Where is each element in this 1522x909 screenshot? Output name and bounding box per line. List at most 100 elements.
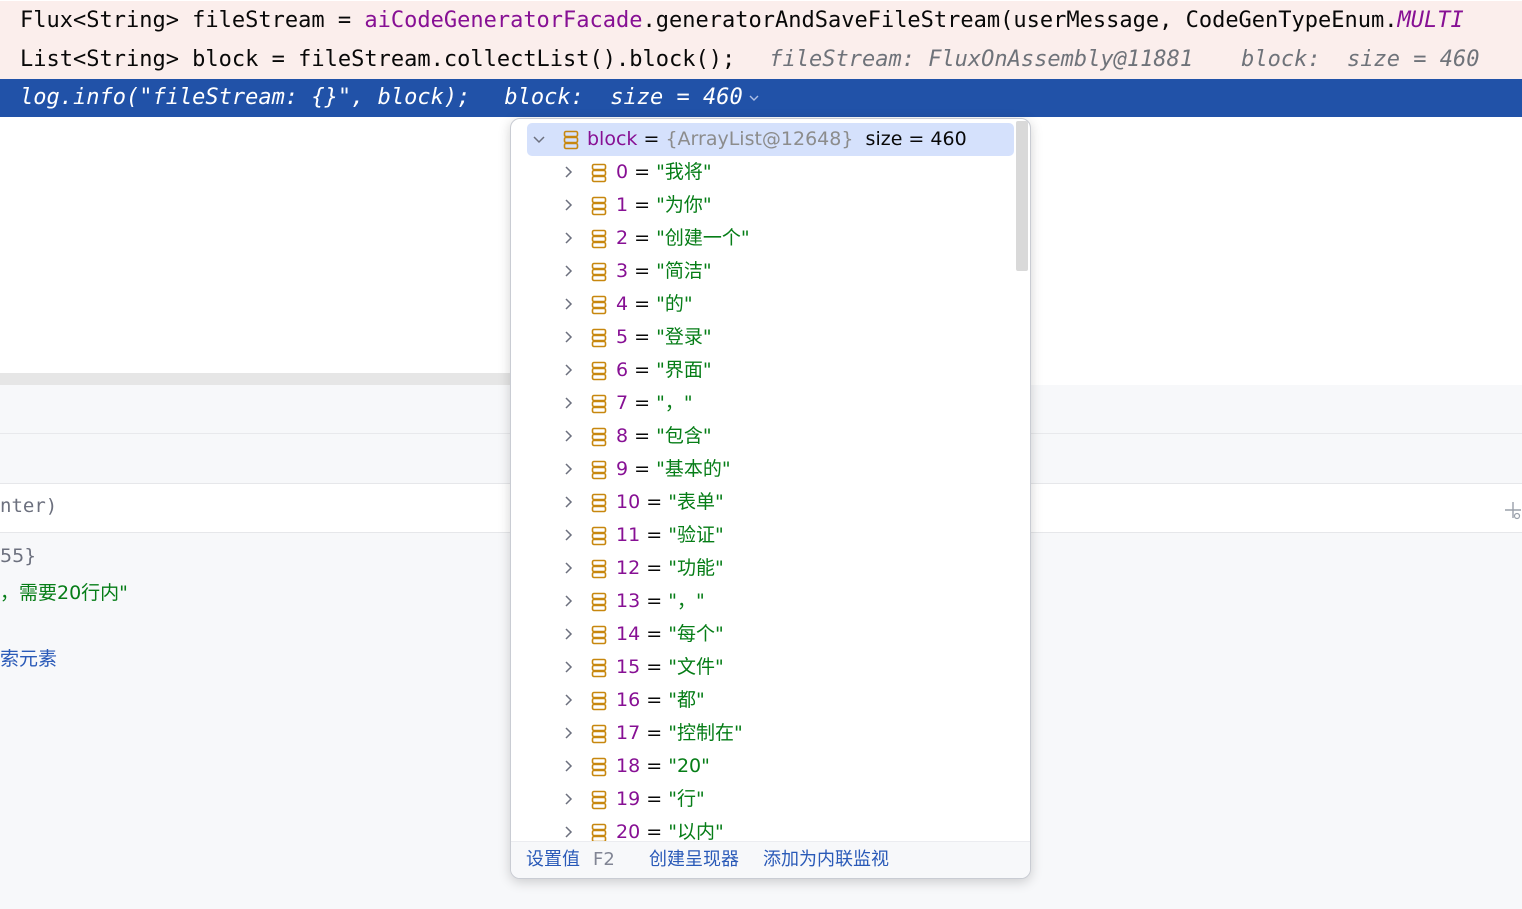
tree-item-row[interactable]: 11 = "验证" — [511, 519, 1016, 552]
tree-item-row[interactable]: 15 = "文件" — [511, 651, 1016, 684]
field-icon — [591, 196, 607, 216]
chevron-right-icon[interactable] — [561, 363, 575, 377]
tree-item-row[interactable]: 6 = "界面" — [511, 354, 1016, 387]
variable-tree[interactable]: block = {ArrayList@12648} size = 460 0 =… — [511, 119, 1016, 841]
equals-sign: = — [646, 755, 663, 777]
inline-debug-hint[interactable]: fileStream: FluxOnAssembly@11881 — [769, 47, 1193, 72]
chevron-right-icon[interactable] — [561, 792, 575, 806]
item-value: "为你" — [656, 194, 712, 216]
chevron-right-icon[interactable] — [561, 693, 575, 707]
chevron-right-icon[interactable] — [561, 759, 575, 773]
field-icon — [591, 526, 607, 546]
popup-footer: 设置值 F2 创建呈现器 添加为内联监视 — [511, 841, 1030, 878]
chevron-right-icon[interactable] — [561, 825, 575, 839]
item-value: "20" — [668, 755, 710, 777]
chevron-right-icon[interactable] — [561, 462, 575, 476]
tree-item-row[interactable]: 5 = "登录" — [511, 321, 1016, 354]
chevron-down-icon[interactable] — [749, 93, 759, 103]
field-icon — [591, 559, 607, 579]
debug-value-popup[interactable]: block = {ArrayList@12648} size = 460 0 =… — [510, 118, 1031, 879]
item-value: "都" — [668, 689, 705, 711]
chevron-down-icon[interactable] — [532, 132, 546, 146]
equals-sign: = — [634, 359, 651, 381]
tree-item-row[interactable]: 18 = "20" — [511, 750, 1016, 783]
code-line-breakpoint-2[interactable]: List<String> block = fileStream.collectL… — [0, 40, 1522, 79]
chevron-right-icon[interactable] — [561, 264, 575, 278]
item-index: 1 — [616, 194, 629, 216]
field-icon — [591, 823, 607, 841]
field-icon — [591, 724, 607, 744]
tree-item-row[interactable]: 3 = "简洁" — [511, 255, 1016, 288]
item-value: "界面" — [656, 359, 712, 381]
chevron-right-icon[interactable] — [561, 396, 575, 410]
tree-root-row[interactable]: block = {ArrayList@12648} size = 460 — [527, 123, 1014, 156]
equals-sign: = — [634, 227, 651, 249]
tree-item-row[interactable]: 13 = "，" — [511, 585, 1016, 618]
equals-sign: = — [634, 392, 651, 414]
create-renderer-button[interactable]: 创建呈现器 — [649, 842, 739, 878]
tree-item-row[interactable]: 0 = "我将" — [511, 156, 1016, 189]
add-watch-icon[interactable] — [1504, 499, 1522, 521]
variables-text: 55} — [0, 545, 37, 567]
horizontal-scrollbar[interactable] — [0, 373, 510, 385]
chevron-right-icon[interactable] — [561, 627, 575, 641]
equals-sign: = — [634, 194, 651, 216]
tree-item-row[interactable]: 4 = "的" — [511, 288, 1016, 321]
inline-debug-hint[interactable]: block: size = 460 — [504, 85, 742, 110]
code-line-execution-point[interactable]: log.info("fileStream: {}", block); block:… — [0, 79, 1522, 117]
field-icon — [591, 493, 607, 513]
chevron-right-icon[interactable] — [561, 726, 575, 740]
tree-item-row[interactable]: 7 = "，" — [511, 387, 1016, 420]
inline-debug-hint[interactable]: block: size = 460 — [1241, 47, 1479, 72]
tree-item-row[interactable]: 20 = "以内" — [511, 816, 1016, 841]
chevron-right-icon[interactable] — [561, 594, 575, 608]
field-icon — [591, 757, 607, 777]
tree-item-row[interactable]: 1 = "为你" — [511, 189, 1016, 222]
chevron-right-icon[interactable] — [561, 495, 575, 509]
variables-link[interactable]: 索元素 — [0, 644, 57, 671]
chevron-right-icon[interactable] — [561, 231, 575, 245]
variable-name: block — [587, 128, 638, 150]
item-value: "我将" — [656, 161, 712, 183]
chevron-right-icon[interactable] — [561, 297, 575, 311]
chevron-right-icon[interactable] — [561, 165, 575, 179]
tree-item-row[interactable]: 2 = "创建一个" — [511, 222, 1016, 255]
item-value: "包含" — [656, 425, 712, 447]
item-index: 19 — [616, 788, 641, 810]
chevron-right-icon[interactable] — [561, 429, 575, 443]
item-value: "基本的" — [656, 458, 731, 480]
item-value: "验证" — [668, 524, 724, 546]
field-reference[interactable]: aiCodeGeneratorFacade — [364, 8, 642, 33]
chevron-right-icon[interactable] — [561, 198, 575, 212]
set-value-button[interactable]: 设置值 — [526, 842, 580, 878]
field-icon — [591, 790, 607, 810]
tree-item-row[interactable]: 9 = "基本的" — [511, 453, 1016, 486]
field-icon — [591, 460, 607, 480]
equals-sign: = — [646, 557, 663, 579]
tree-item-row[interactable]: 14 = "每个" — [511, 618, 1016, 651]
field-icon — [591, 592, 607, 612]
tree-item-row[interactable]: 8 = "包含" — [511, 420, 1016, 453]
equals-sign: = — [646, 788, 663, 810]
variable-size: size = 460 — [865, 128, 967, 150]
item-value: "，" — [668, 590, 705, 612]
field-icon — [563, 130, 579, 150]
tree-item-row[interactable]: 19 = "行" — [511, 783, 1016, 816]
code-line-breakpoint-1[interactable]: Flux<String> fileStream = aiCodeGenerato… — [0, 1, 1522, 40]
tree-item-row[interactable]: 10 = "表单" — [511, 486, 1016, 519]
equals-sign: = — [646, 590, 663, 612]
add-inline-watch-button[interactable]: 添加为内联监视 — [763, 842, 889, 878]
chevron-right-icon[interactable] — [561, 561, 575, 575]
vertical-scrollbar[interactable] — [1016, 121, 1028, 271]
equals-sign: = — [634, 458, 651, 480]
item-index: 10 — [616, 491, 641, 513]
item-value: "行" — [668, 788, 705, 810]
chevron-right-icon[interactable] — [561, 528, 575, 542]
tree-item-row[interactable]: 12 = "功能" — [511, 552, 1016, 585]
chevron-right-icon[interactable] — [561, 330, 575, 344]
variable-type: {ArrayList@12648} — [665, 128, 854, 150]
chevron-right-icon[interactable] — [561, 660, 575, 674]
item-index: 11 — [616, 524, 641, 546]
tree-item-row[interactable]: 17 = "控制在" — [511, 717, 1016, 750]
tree-item-row[interactable]: 16 = "都" — [511, 684, 1016, 717]
